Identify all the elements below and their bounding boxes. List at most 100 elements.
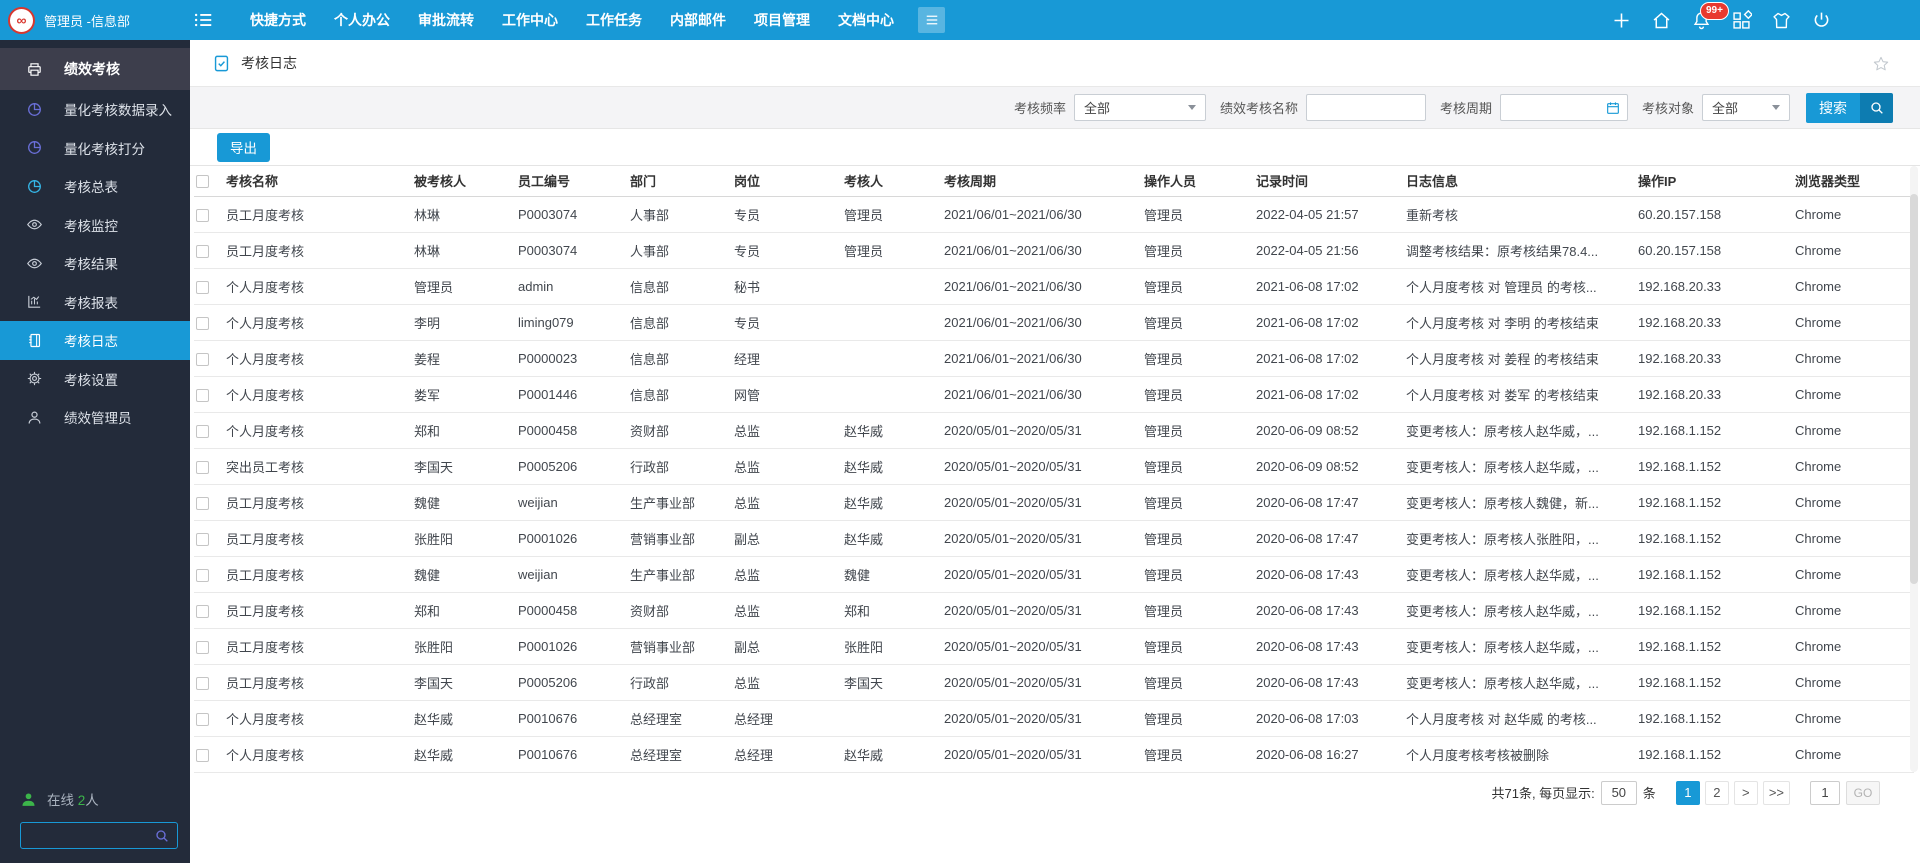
row-checkbox[interactable] — [196, 677, 209, 690]
page-size-input[interactable] — [1601, 781, 1637, 805]
home-button[interactable] — [1651, 10, 1672, 31]
search-button-label: 搜索 — [1806, 93, 1860, 123]
table-row: 员工月度考核郑和P0000458资财部总监郑和2020/05/01~2020/0… — [194, 592, 1914, 628]
search-button[interactable]: 搜索 — [1806, 93, 1893, 123]
notifications-button[interactable]: 99+ — [1691, 10, 1712, 31]
goto-page-input[interactable] — [1810, 781, 1840, 805]
theme-button[interactable] — [1771, 10, 1792, 31]
row-checkbox[interactable] — [196, 281, 209, 294]
table-cell: 信息部 — [628, 376, 732, 412]
table-row: 个人月度考核娄军P0001446信息部网管2021/06/01~2021/06/… — [194, 376, 1914, 412]
row-checkbox[interactable] — [196, 641, 209, 654]
eye-icon — [26, 255, 43, 272]
sidebar-item[interactable]: 量化考核打分 — [0, 129, 190, 168]
topbar-menu-item[interactable]: 文档中心 — [824, 0, 908, 40]
table-cell: 2020/05/01~2020/05/31 — [942, 664, 1142, 700]
row-checkbox[interactable] — [196, 569, 209, 582]
export-button[interactable]: 导出 — [217, 133, 270, 162]
page-button[interactable]: >> — [1763, 781, 1790, 805]
row-checkbox[interactable] — [196, 353, 209, 366]
table-cell: P0000023 — [516, 340, 628, 376]
table-cell: 总监 — [732, 484, 842, 520]
row-checkbox[interactable] — [196, 713, 209, 726]
sidebar-search-input[interactable] — [21, 828, 154, 843]
current-user-label: 管理员 -信息部 — [44, 11, 130, 30]
table-cell — [842, 268, 942, 304]
sidebar-item[interactable]: 考核结果 — [0, 244, 190, 283]
apps-button[interactable] — [1731, 10, 1752, 31]
sidebar-item[interactable]: 量化考核数据录入 — [0, 90, 190, 129]
favorite-star-icon[interactable] — [1872, 55, 1890, 73]
table-cell: P0001026 — [516, 520, 628, 556]
scrollbar-thumb[interactable] — [1910, 194, 1918, 584]
select-all-cell — [194, 166, 224, 196]
table-cell: 变更考核人：原考核人赵华威，... — [1404, 664, 1636, 700]
row-checkbox[interactable] — [196, 425, 209, 438]
table-cell: 192.168.1.152 — [1636, 484, 1793, 520]
page-button[interactable]: 2 — [1705, 781, 1729, 805]
table-cell: 变更考核人：原考核人赵华威，... — [1404, 592, 1636, 628]
period-date-field[interactable] — [1500, 94, 1628, 121]
topbar-menu-item[interactable]: 工作中心 — [488, 0, 572, 40]
topbar-menu-item[interactable]: 项目管理 — [740, 0, 824, 40]
table-cell: P0005206 — [516, 448, 628, 484]
frequency-select[interactable]: 全部 — [1074, 94, 1206, 121]
topbar-menu-item[interactable]: 快捷方式 — [236, 0, 320, 40]
row-checkbox[interactable] — [196, 533, 209, 546]
sidebar-item[interactable]: 考核报表 — [0, 283, 190, 322]
row-checkbox[interactable] — [196, 209, 209, 222]
more-menu-button[interactable] — [918, 7, 945, 33]
table-cell: 管理员 — [1142, 700, 1254, 736]
row-checkbox[interactable] — [196, 317, 209, 330]
row-select-cell — [194, 700, 224, 736]
pie-chart-icon — [26, 178, 43, 195]
table-cell: 李国天 — [412, 664, 516, 700]
target-select[interactable]: 全部 — [1702, 94, 1790, 121]
table-cell: 管理员 — [1142, 268, 1254, 304]
page-title-bar: 考核日志 — [190, 40, 1920, 87]
row-checkbox[interactable] — [196, 389, 209, 402]
row-checkbox[interactable] — [196, 245, 209, 258]
row-checkbox[interactable] — [196, 497, 209, 510]
row-checkbox[interactable] — [196, 461, 209, 474]
table-cell: liming079 — [516, 304, 628, 340]
sidebar-module-header[interactable]: 绩效考核 — [0, 48, 190, 90]
row-checkbox[interactable] — [196, 749, 209, 762]
topbar-menu-item[interactable]: 审批流转 — [404, 0, 488, 40]
search-icon[interactable] — [154, 828, 170, 844]
topbar-menu-item[interactable]: 内部邮件 — [656, 0, 740, 40]
topbar-menu-item[interactable]: 工作任务 — [572, 0, 656, 40]
sidebar-item-label: 考核日志 — [64, 330, 118, 350]
target-filter-label: 考核对象 — [1642, 98, 1694, 117]
table-scrollbar[interactable] — [1910, 166, 1918, 772]
sidebar-item-label: 量化考核数据录入 — [64, 99, 172, 119]
sidebar-footer: 在线 2人 — [0, 789, 190, 849]
table-cell: Chrome — [1793, 196, 1914, 232]
table-row: 突出员工考核李国天P0005206行政部总监赵华威2020/05/01~2020… — [194, 448, 1914, 484]
table-row: 个人月度考核管理员admin信息部秘书2021/06/01~2021/06/30… — [194, 268, 1914, 304]
table-row: 个人月度考核李明liming079信息部专员2021/06/01~2021/06… — [194, 304, 1914, 340]
period-date-input[interactable] — [1501, 100, 1605, 115]
row-checkbox[interactable] — [196, 605, 209, 618]
row-select-cell — [194, 268, 224, 304]
sidebar-item[interactable]: 考核总表 — [0, 167, 190, 206]
assessment-name-input[interactable] — [1306, 94, 1426, 121]
sidebar-item[interactable]: 考核监控 — [0, 206, 190, 245]
sidebar-item[interactable]: 绩效管理员 — [0, 398, 190, 437]
select-all-checkbox[interactable] — [196, 175, 209, 188]
sidebar-item[interactable]: 考核设置 — [0, 360, 190, 399]
table-cell: 经理 — [732, 340, 842, 376]
topbar-menu-item[interactable]: 个人办公 — [320, 0, 404, 40]
page-button[interactable]: > — [1734, 781, 1758, 805]
table-cell: 2020/05/01~2020/05/31 — [942, 448, 1142, 484]
table-cell: 姜程 — [412, 340, 516, 376]
go-button[interactable]: GO — [1846, 781, 1880, 805]
page-button[interactable]: 1 — [1676, 781, 1700, 805]
new-item-button[interactable] — [1611, 10, 1632, 31]
row-select-cell — [194, 448, 224, 484]
sidebar-toggle-icon[interactable] — [192, 9, 214, 31]
table-cell: 2022-04-05 21:56 — [1254, 232, 1404, 268]
logout-button[interactable] — [1811, 10, 1832, 31]
calendar-icon[interactable] — [1605, 100, 1621, 116]
sidebar-item[interactable]: 考核日志 — [0, 321, 190, 360]
